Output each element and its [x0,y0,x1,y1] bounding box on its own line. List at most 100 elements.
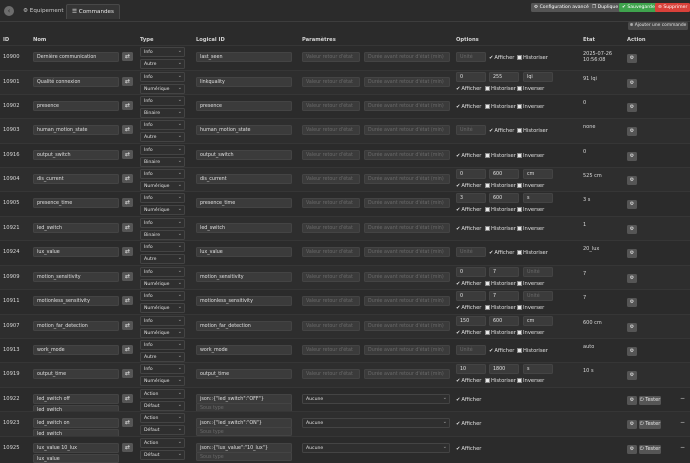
max-input[interactable]: 600 [489,316,519,326]
afficher-checkbox[interactable]: ✔Afficher [489,348,514,354]
command-config-icon[interactable]: ⇄ [122,443,133,452]
command-config-icon[interactable]: ⇄ [122,52,133,61]
min-input[interactable]: 0 [456,72,486,82]
historiser-checkbox[interactable]: Historiser [485,207,516,213]
checkbox-checked-icon[interactable]: ✔ [456,446,460,452]
checkbox-checked-icon[interactable]: ✔ [456,281,460,287]
inverser-checkbox[interactable]: Inverser [517,86,544,92]
cogs-icon[interactable]: ⚙ [627,249,637,258]
max-input[interactable]: 255 [489,72,519,82]
remove-command-icon[interactable]: − [680,395,685,402]
checkbox-empty-icon[interactable] [485,183,490,188]
subtype-select[interactable]: Numérique [140,375,185,386]
cogs-icon[interactable]: ⚙ [627,79,637,88]
command-name-input[interactable]: motion_sensitivity [33,272,119,282]
checkbox-empty-icon[interactable] [517,104,522,109]
type-select[interactable]: Info [140,315,185,326]
afficher-checkbox[interactable]: ✔Afficher [456,207,481,213]
test-button[interactable]: ⏻ Tester [639,396,661,405]
delete-button[interactable]: ⊖ Supprimer [655,3,690,12]
historiser-checkbox[interactable]: Historiser [517,348,548,354]
return-value-input[interactable]: Valeur retour d'état [302,272,360,282]
test-button[interactable]: ⏻ Tester [639,420,661,429]
return-value-input[interactable]: Valeur retour d'état [302,77,360,87]
checkbox-empty-icon[interactable] [485,378,490,383]
afficher-checkbox[interactable]: ✔Afficher [489,250,514,256]
subtype-select[interactable]: Autre [140,131,185,142]
return-duration-input[interactable]: Durée avant retour d'état (min) [364,345,450,355]
min-input[interactable]: 3 [456,193,486,203]
inverser-checkbox[interactable]: Inverser [517,305,544,311]
cogs-icon[interactable]: ⚙ [627,298,637,307]
afficher-checkbox[interactable]: ✔Afficher [489,55,514,61]
unit-input[interactable]: Unité [456,125,486,135]
subtype-select[interactable]: Numérique [140,302,185,313]
remove-command-icon[interactable]: − [680,444,685,451]
back-icon[interactable]: ‹ [4,6,14,16]
return-duration-input[interactable]: Durée avant retour d'état (min) [364,174,450,184]
logical-id-input[interactable]: presence [196,101,292,111]
logical-id-input[interactable]: output_time [196,369,292,379]
cogs-icon[interactable]: ⚙ [627,127,637,136]
historiser-checkbox[interactable]: Historiser [485,305,516,311]
afficher-checkbox[interactable]: ✔Afficher [456,330,481,336]
type-select[interactable]: Info [140,144,185,155]
checkbox-checked-icon[interactable]: ✔ [489,348,493,354]
remove-command-icon[interactable]: − [680,419,685,426]
logical-id-input[interactable]: lux_value [196,247,292,257]
subtype-select[interactable]: Autre [140,58,185,69]
cogs-icon[interactable]: ⚙ [627,152,637,161]
max-input[interactable]: 7 [489,291,519,301]
inverser-checkbox[interactable]: Inverser [517,207,544,213]
checkbox-empty-icon[interactable] [517,281,522,286]
subtype-select[interactable]: Défaut [140,400,185,411]
command-config-icon[interactable]: ⇄ [122,247,133,256]
subtype-select[interactable]: Binaire [140,229,185,240]
logical-id-input[interactable]: presence_time [196,198,292,208]
command-name-input[interactable]: dis_current [33,174,119,184]
checkbox-empty-icon[interactable] [517,153,522,158]
historiser-checkbox[interactable]: Historiser [485,281,516,287]
cogs-icon[interactable]: ⚙ [627,445,637,454]
return-duration-input[interactable]: Durée avant retour d'état (min) [364,296,450,306]
min-input[interactable]: 0 [456,169,486,179]
return-value-input[interactable]: Valeur retour d'état [302,150,360,160]
max-input[interactable]: 600 [489,193,519,203]
cogs-icon[interactable]: ⚙ [627,274,637,283]
type-select[interactable]: Action [140,388,185,399]
logical-id-input[interactable]: motion_sensitivity [196,272,292,282]
return-duration-input[interactable]: Durée avant retour d'état (min) [364,223,450,233]
subtype-select[interactable]: Numérique [140,204,185,215]
command-config-icon[interactable]: ⇄ [122,321,133,330]
subtype-select[interactable]: Binaire [140,107,185,118]
cogs-icon[interactable]: ⚙ [627,176,637,185]
max-input[interactable]: 1800 [489,364,519,374]
afficher-checkbox[interactable]: ✔Afficher [456,226,481,232]
checkbox-empty-icon[interactable] [517,207,522,212]
inverser-checkbox[interactable]: Inverser [517,153,544,159]
afficher-checkbox[interactable]: ✔Afficher [456,305,481,311]
command-config-icon[interactable]: ⇄ [122,125,133,134]
checkbox-empty-icon[interactable] [485,226,490,231]
historiser-checkbox[interactable]: Historiser [485,226,516,232]
return-value-input[interactable]: Valeur retour d'état [302,321,360,331]
sous-type-placeholder[interactable]: Sous type [196,427,292,436]
type-select[interactable]: Info [140,241,185,252]
checkbox-empty-icon[interactable] [517,330,522,335]
unit-input[interactable]: s [523,193,553,203]
checkbox-empty-icon[interactable] [517,183,522,188]
type-select[interactable]: Info [140,168,185,179]
command-config-icon[interactable]: ⇄ [122,77,133,86]
checkbox-checked-icon[interactable]: ✔ [456,305,460,311]
return-duration-input[interactable]: Durée avant retour d'état (min) [364,198,450,208]
command-value-input[interactable]: lux_value [33,454,119,463]
type-select[interactable]: Info [140,363,185,374]
type-select[interactable]: Action [140,412,185,423]
command-name-input[interactable]: lux_value [33,247,119,257]
inverser-checkbox[interactable]: Inverser [517,330,544,336]
unit-input[interactable]: Unité [523,291,553,301]
subtype-select[interactable]: Numérique [140,278,185,289]
unit-input[interactable]: lqi [523,72,553,82]
command-config-icon[interactable]: ⇄ [122,296,133,305]
add-command-button[interactable]: ⊕ Ajouter une commande [628,22,688,30]
